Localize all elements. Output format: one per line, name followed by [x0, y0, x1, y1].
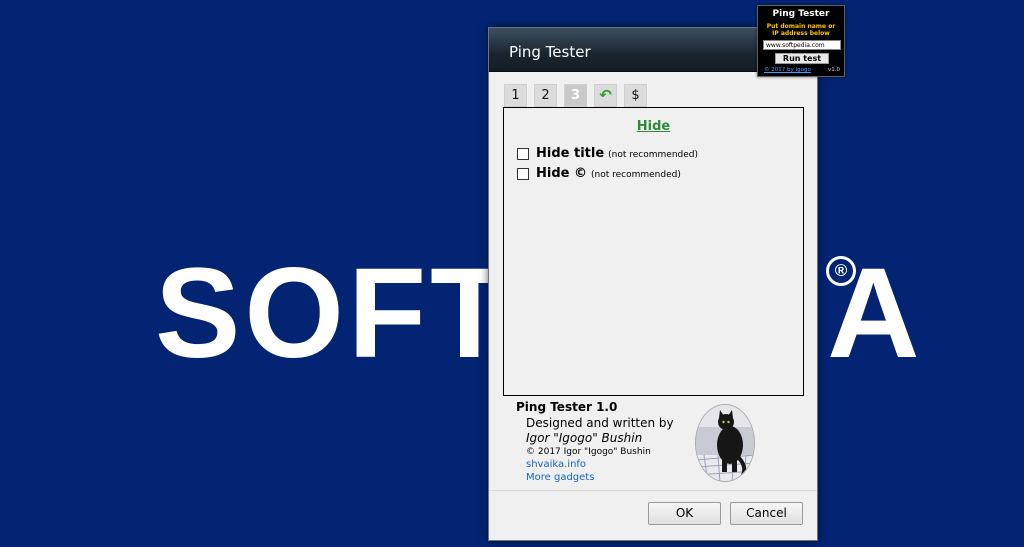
designed-by-text: Designed and written by	[526, 416, 674, 430]
gadget-copyright-link[interactable]: © 2017 by Igogo	[764, 67, 811, 73]
more-gadgets-link[interactable]: More gadgets	[526, 472, 674, 483]
gadget-hint-line-2: IP address below	[772, 30, 830, 37]
tab-refresh[interactable]: ↶	[594, 84, 617, 107]
hide-copyright-label: Hide ©	[536, 166, 587, 181]
tab-1[interactable]: 1	[504, 84, 527, 107]
hide-settings-panel: Hide Hide title (not recommended) Hide ©…	[503, 107, 804, 396]
gadget-hint: Put domain name or IP address below	[758, 23, 844, 37]
ping-tester-settings-dialog: Ping Tester 1 2 3 ↶ $ Hide Hide title (n…	[488, 27, 818, 541]
hide-title-option[interactable]: Hide title (not recommended)	[517, 146, 698, 161]
author-name: Igor "Igogo" Bushin	[526, 431, 643, 445]
app-name-version: Ping Tester 1.0	[516, 400, 618, 414]
footer-separator	[489, 490, 817, 491]
copyright-text: © 2017 Igor "Igogo" Bushin	[526, 447, 651, 457]
author-cat-photo	[695, 404, 755, 482]
refresh-arrow-icon: ↶	[599, 86, 612, 104]
gadget-title: Ping Tester	[772, 9, 830, 19]
hide-copyright-note: (not recommended)	[590, 169, 681, 180]
hide-title-label: Hide title	[536, 146, 605, 161]
about-section: Ping Tester 1.0 Designed and written by …	[516, 400, 674, 483]
tab-3[interactable]: 3	[564, 84, 587, 107]
run-test-button[interactable]: Run test	[775, 53, 829, 64]
author-site-link[interactable]: shvaika.info	[526, 459, 674, 470]
ok-button[interactable]: OK	[648, 502, 721, 525]
registered-trademark-mark: ®	[826, 256, 856, 286]
cat-photo-image	[696, 405, 754, 481]
ping-tester-gadget: Ping Tester Put domain name or IP addres…	[757, 5, 845, 77]
dialog-title: Ping Tester	[509, 43, 591, 61]
tab-donate[interactable]: $	[624, 84, 647, 107]
hide-heading-link[interactable]: Hide	[504, 119, 803, 134]
gadget-hint-line-1: Put domain name or	[766, 23, 836, 30]
hide-copyright-option[interactable]: Hide © (not recommended)	[517, 166, 681, 181]
hide-title-checkbox[interactable]	[517, 147, 529, 160]
settings-tab-bar: 1 2 3 ↶ $	[504, 84, 654, 107]
gadget-version: v1.0	[827, 67, 840, 73]
cancel-button[interactable]: Cancel	[730, 502, 803, 525]
gadget-address-input[interactable]: www.softpedia.com	[763, 40, 841, 50]
hide-title-note: (not recommended)	[608, 149, 699, 160]
tab-2[interactable]: 2	[534, 84, 557, 107]
hide-copyright-checkbox[interactable]	[517, 167, 529, 180]
